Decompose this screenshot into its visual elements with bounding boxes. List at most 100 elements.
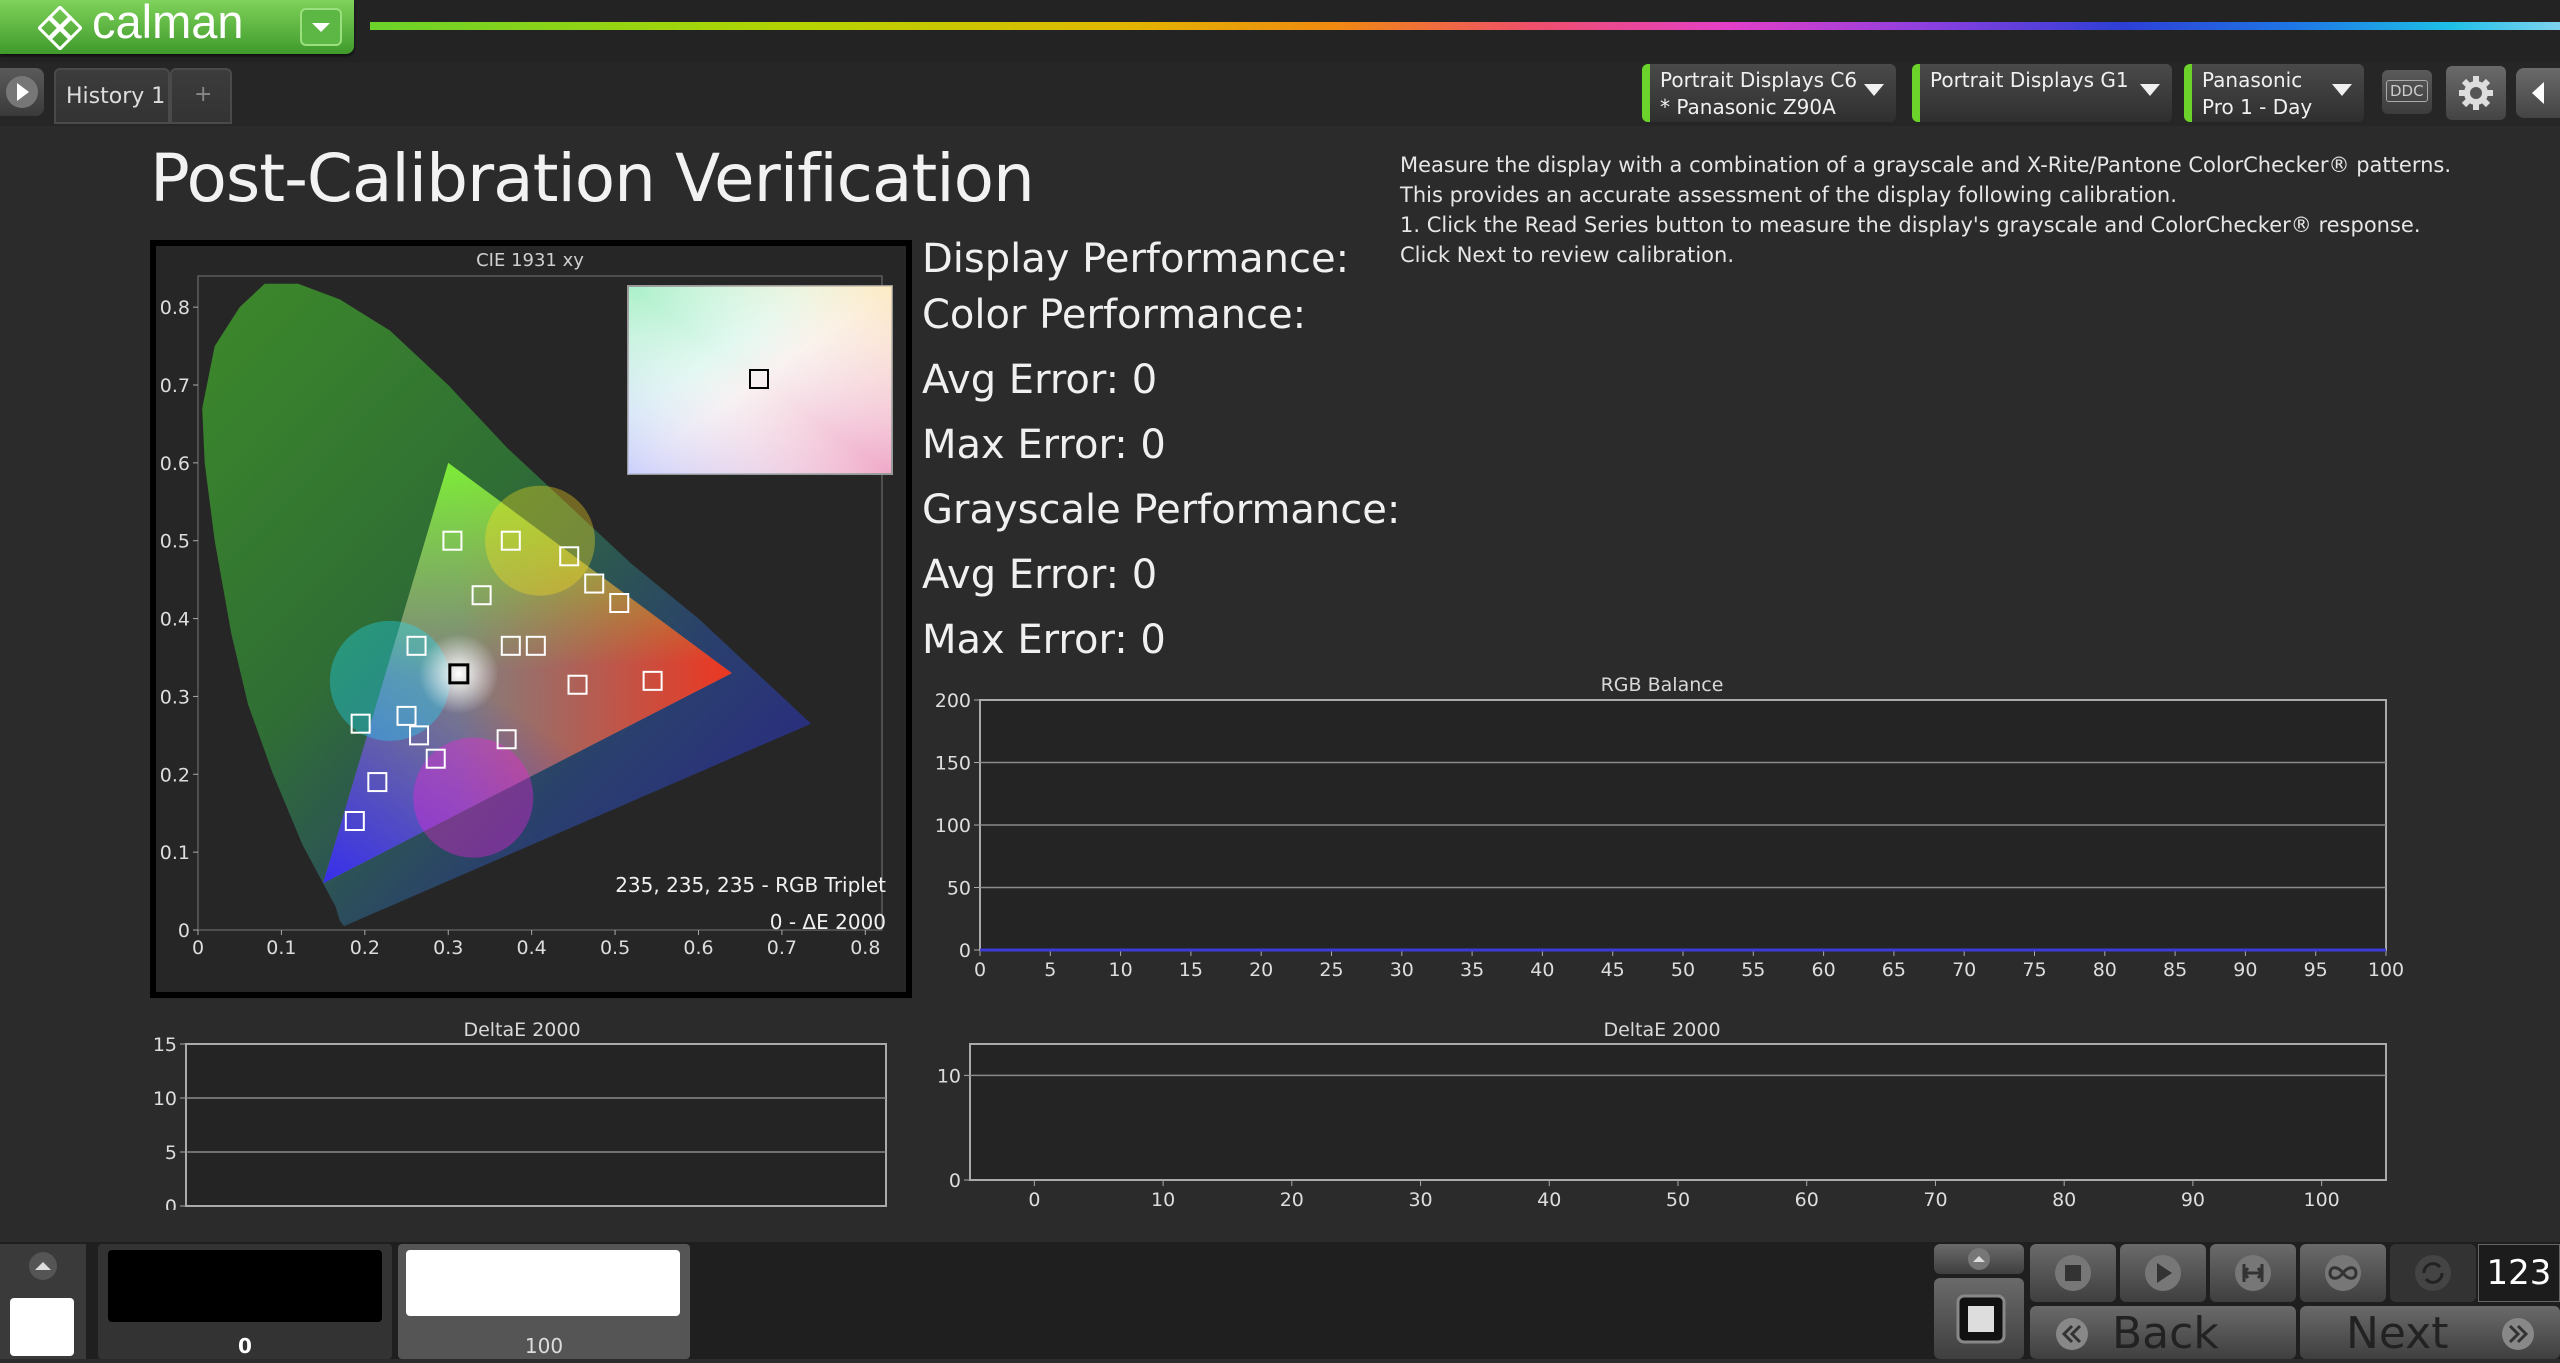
brand-dropdown-button[interactable]	[300, 8, 342, 46]
display-performance-label: Display Performance:	[922, 236, 1350, 282]
x-tick-label: 0.4	[517, 937, 547, 959]
x-tick-label: 0.1	[266, 937, 296, 959]
tab-history-1[interactable]: History 1	[54, 68, 170, 124]
settings-button[interactable]	[2446, 66, 2506, 120]
x-tick-label: 10	[1151, 1189, 1175, 1210]
pattern-swatch-0[interactable]: 0	[98, 1244, 392, 1359]
x-tick-label: 0.3	[433, 937, 463, 959]
add-tab-button[interactable]: +	[170, 68, 232, 124]
x-tick-label: 75	[2022, 959, 2046, 981]
x-tick-label: 55	[1741, 959, 1765, 981]
y-tick-label: 0.6	[160, 453, 190, 475]
progress-rainbow-bar	[370, 22, 2560, 30]
read-series-button[interactable]	[2210, 1244, 2296, 1302]
cie-title: CIE 1931 xy	[476, 250, 584, 271]
device-line1: Panasonic	[2202, 68, 2303, 92]
x-tick-label: 30	[1390, 959, 1414, 981]
chevron-down-icon	[312, 23, 330, 32]
y-tick-label: 15	[153, 1034, 177, 1056]
x-tick-label: 0.2	[350, 937, 380, 959]
color-avg-error: Avg Error: 0	[922, 357, 1158, 403]
next-button[interactable]: Next	[2300, 1306, 2560, 1359]
white-point-glow	[418, 633, 499, 714]
device-line2: * Panasonic Z90A	[1660, 95, 1836, 119]
controls-toggle-button[interactable]	[1934, 1244, 2024, 1274]
y-tick-label: 0.3	[160, 686, 190, 708]
x-tick-label: 40	[1537, 1189, 1561, 1210]
back-button[interactable]: Back	[2030, 1306, 2296, 1359]
y-tick-label: 0.8	[160, 297, 190, 319]
x-tick-label: 0.5	[600, 937, 630, 959]
x-tick-label: 5	[1044, 959, 1056, 981]
y-tick-label: 5	[165, 1142, 177, 1164]
x-tick-label: 20	[1249, 959, 1273, 981]
device-selector-source[interactable]: Portrait Displays G1	[1912, 64, 2172, 122]
continuous-read-button[interactable]	[2300, 1244, 2386, 1302]
ddc-button[interactable]: DDC	[2382, 70, 2432, 114]
y-tick-label: 10	[937, 1065, 961, 1087]
chevron-left-icon	[2532, 82, 2544, 104]
y-tick-label: 100	[935, 815, 971, 837]
refresh-button[interactable]	[2390, 1244, 2476, 1302]
stop-button[interactable]	[2030, 1244, 2116, 1302]
device-selector-display[interactable]: Panasonic Pro 1 - Day	[2184, 64, 2364, 122]
ddc-label: DDC	[2386, 80, 2428, 102]
read-button[interactable]	[2120, 1244, 2206, 1302]
x-tick-label: 100	[2368, 959, 2404, 981]
delta-e-chart-small: 0 5 10 15 DeltaE 2000	[153, 1019, 887, 1210]
plot-area	[185, 1043, 887, 1207]
rgb-balance-chart: 0 50 100 150 200 0 5 10 15 20 25 30 35 40 45 50 55 60 65 70…	[935, 674, 2404, 981]
tab-label: History 1	[66, 84, 166, 109]
gear-icon	[2459, 76, 2493, 110]
x-tick-label: 70	[1923, 1189, 1947, 1210]
instruction-line: This provides an accurate assessment of …	[1400, 183, 2177, 207]
chevron-down-icon	[2332, 84, 2352, 96]
swatch-label: 0	[238, 1334, 252, 1358]
x-tick-label: 80	[2052, 1189, 2076, 1210]
instructions: Measure the display with a combination o…	[1400, 150, 2520, 270]
chevron-down-icon	[2140, 84, 2160, 96]
y-tick-label: 0	[959, 940, 971, 962]
y-tick-label: 0.7	[160, 375, 190, 397]
double-chevron-left-icon	[2056, 1318, 2088, 1350]
x-tick-label: 40	[1530, 959, 1554, 981]
y-tick-label: 0.1	[160, 842, 190, 864]
page-title: Post-Calibration Verification	[150, 140, 1035, 217]
cie-1931-chart: 0 0.1 0.2 0.3 0.4 0.5 0.6 0.7 0.8 0 0.1 0.2 0.3 0.4 0.…	[156, 246, 906, 992]
read-series-icon	[2235, 1255, 2271, 1291]
chevron-down-icon	[1864, 84, 1884, 96]
x-tick-label: 0.6	[683, 937, 713, 959]
chart-title: DeltaE 2000	[463, 1019, 580, 1041]
top-bar	[0, 0, 2560, 62]
pattern-swatch-100[interactable]: 100	[398, 1244, 690, 1359]
x-tick-label: 0	[1028, 1189, 1040, 1210]
y-tick-label: 0	[165, 1196, 177, 1210]
y-tick-label: 0.2	[160, 764, 190, 786]
x-tick-label: 10	[1109, 959, 1133, 981]
x-tick-label: 15	[1179, 959, 1203, 981]
y-tick-label: 0.4	[160, 609, 190, 631]
counter-display: 123	[2478, 1244, 2560, 1302]
calman-logo-icon	[38, 6, 82, 50]
x-tick-label: 50	[1671, 959, 1695, 981]
play-icon	[2145, 1255, 2181, 1291]
x-tick-label: 20	[1280, 1189, 1304, 1210]
x-tick-label: 100	[2304, 1189, 2340, 1210]
expand-panel-button[interactable]	[0, 68, 44, 116]
collapse-panel-button[interactable]	[2516, 68, 2560, 118]
swatch-panel-toggle[interactable]	[0, 1244, 86, 1359]
x-tick-label: 65	[1882, 959, 1906, 981]
device-line1: Portrait Displays G1	[1930, 68, 2129, 92]
stop-read-button[interactable]	[1934, 1278, 2024, 1359]
zoom-inset-overlay	[628, 286, 892, 474]
device-selector-meter[interactable]: Portrait Displays C6 * Panasonic Z90A	[1642, 64, 1896, 122]
x-tick-label: 30	[1408, 1189, 1432, 1210]
chevron-up-icon	[1968, 1248, 1990, 1270]
x-tick-label: 85	[2163, 959, 2187, 981]
y-tick-label: 10	[153, 1088, 177, 1110]
device-line2: Pro 1 - Day	[2202, 95, 2313, 119]
calman-menu-button[interactable]: calman	[0, 0, 354, 54]
gray-max-error: Max Error: 0	[922, 617, 1166, 663]
instruction-line: 1. Click the Read Series button to measu…	[1400, 213, 2421, 237]
refresh-icon	[2415, 1255, 2451, 1291]
